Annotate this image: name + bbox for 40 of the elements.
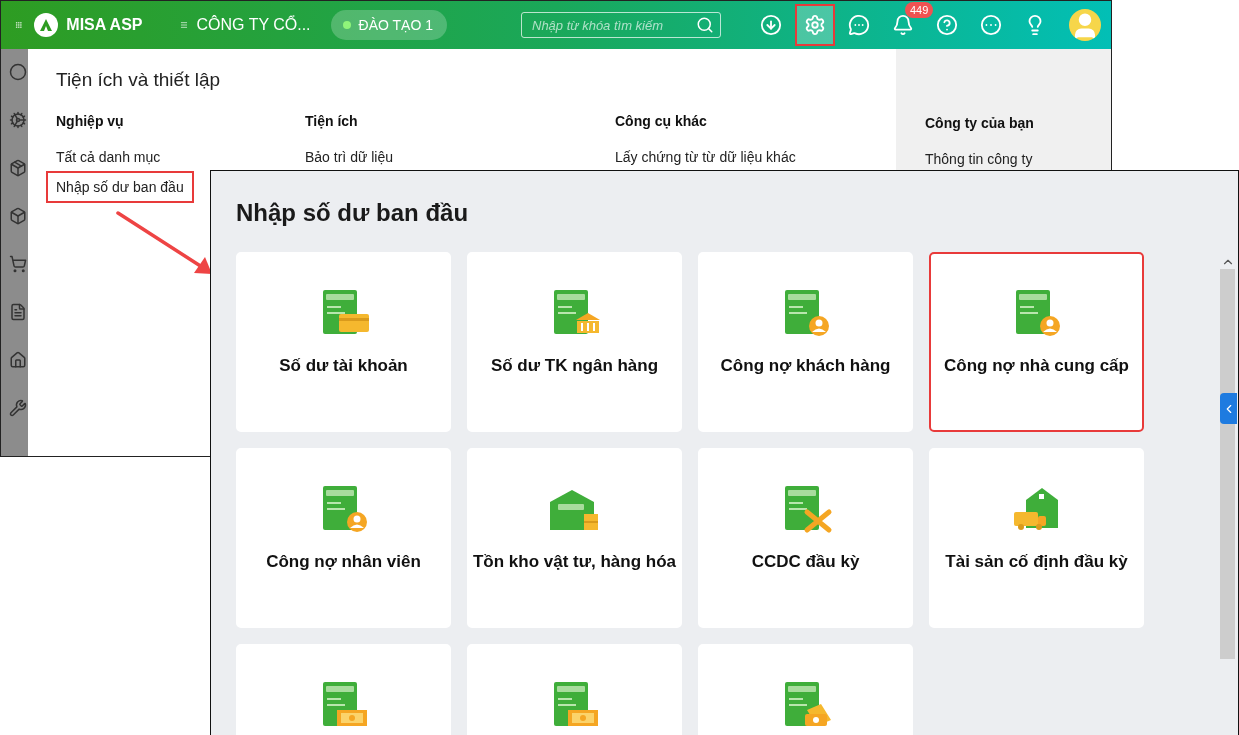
download-icon <box>760 14 782 36</box>
column-heading: Nghiệp vụ <box>56 113 124 129</box>
option-card[interactable]: Tài sản cố định đầu kỳ <box>929 448 1144 628</box>
panel-title: Nhập số dư ban đầu <box>236 199 470 227</box>
search-icon[interactable] <box>696 16 714 34</box>
menu-link[interactable]: Bảo trì dữ liệu <box>295 141 403 173</box>
sidebar-icon[interactable] <box>9 159 27 177</box>
menu-link[interactable]: Lấy chứng từ từ dữ liệu khác <box>605 141 806 173</box>
settings-button[interactable] <box>795 4 835 46</box>
avatar-icon[interactable] <box>1069 9 1101 41</box>
menu-link[interactable]: Tất cả danh mục <box>46 141 171 173</box>
sidebar-icon[interactable] <box>9 255 27 273</box>
brand-name: MISA ASP <box>66 16 143 34</box>
sidebar-icon[interactable] <box>9 303 27 321</box>
option-card[interactable]: Tồn kho vật tư, hàng hóa <box>467 448 682 628</box>
sidebar-icon[interactable] <box>9 351 27 369</box>
more-icon <box>980 14 1002 36</box>
menu-link[interactable]: Nhập số dư ban đầu <box>46 171 194 203</box>
search-field[interactable]: Nhập từ khóa tìm kiếm <box>521 12 721 38</box>
option-card[interactable]: Số dư tài khoản <box>236 252 451 432</box>
sidebar-icon[interactable] <box>9 207 27 225</box>
option-card[interactable]: CCDC đầu kỳ <box>698 448 913 628</box>
option-card[interactable]: Số dư TK ngân hàng <box>467 252 682 432</box>
column-heading: Công cụ khác <box>615 113 707 129</box>
column-heading: Tiện ích <box>305 113 358 129</box>
settings-icon <box>804 14 826 36</box>
option-card[interactable]: Công nợ nhà cung cấp <box>929 252 1144 432</box>
notification-badge: 449 <box>905 2 934 18</box>
logo-icon <box>34 13 59 37</box>
help-icon <box>936 14 958 36</box>
column-heading: Công ty của bạn <box>925 115 1034 131</box>
chat-icon <box>848 14 870 36</box>
menu-title: Tiện ích và thiết lập <box>56 69 222 91</box>
bell-icon <box>892 14 914 36</box>
sidebar-icon[interactable] <box>9 111 27 129</box>
sidebar-icon[interactable] <box>9 399 27 417</box>
sidebar-icon[interactable] <box>9 63 27 81</box>
collapse-tab[interactable] <box>1220 393 1237 424</box>
option-card[interactable]: Công nợ nhân viên <box>236 448 451 628</box>
option-card[interactable]: Công nợ khách hàng <box>698 252 913 432</box>
